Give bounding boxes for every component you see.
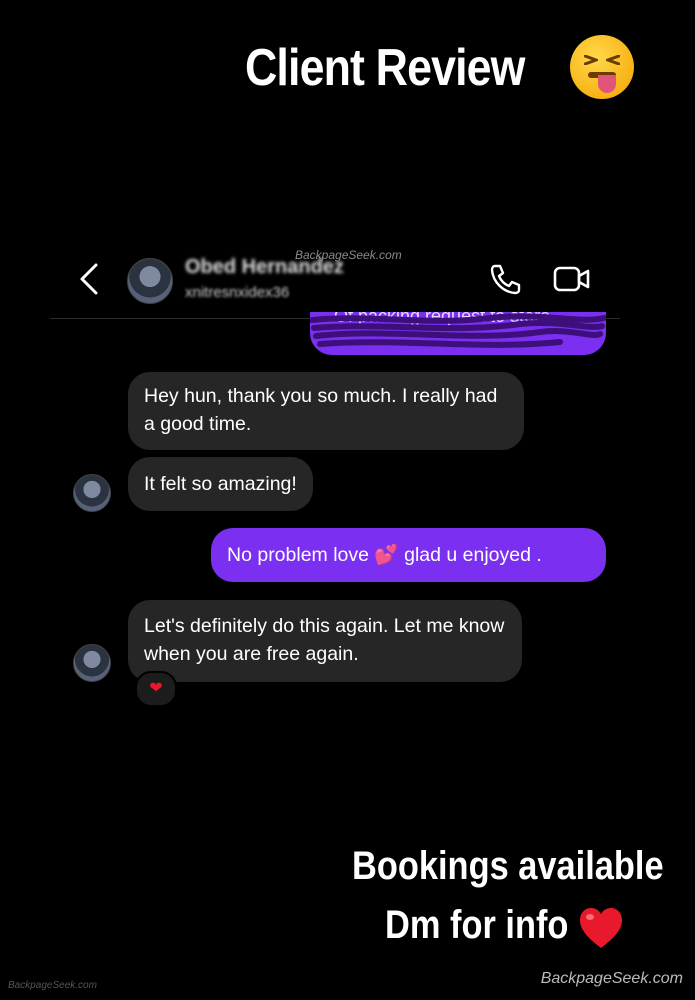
message-text: It felt so amazing! [144, 473, 297, 495]
contact-username: xnitresnxidex36 [185, 284, 290, 301]
contact-name[interactable]: Obed Hernandez [185, 256, 344, 279]
back-arrow-icon[interactable] [78, 262, 100, 296]
message-bubble-outgoing-redacted[interactable]: Of packing request to store [310, 312, 606, 355]
video-call-icon[interactable] [553, 264, 591, 294]
right-squint-eye-icon [606, 55, 620, 65]
tongue-shape [598, 75, 616, 93]
message-bubble-incoming[interactable]: Hey hun, thank you so much. I really had… [128, 372, 524, 450]
left-squint-eye-icon [584, 55, 598, 65]
message-bubble-incoming[interactable]: It felt so amazing! [128, 457, 313, 511]
sender-avatar[interactable] [73, 644, 111, 682]
red-heart-emoji-icon [580, 908, 622, 948]
message-text: Let's definitely do this again. Let me k… [144, 615, 505, 665]
watermark-bottom-left: BackpageSeek.com [8, 980, 97, 991]
message-text-after-emoji: glad u enjoyed . [404, 544, 542, 566]
story-title: Client Review [245, 39, 525, 97]
sender-avatar[interactable] [73, 474, 111, 512]
scribble-redaction [310, 313, 606, 348]
message-text-before-emoji: No problem love [227, 544, 369, 566]
message-text: Hey hun, thank you so much. I really had… [144, 385, 498, 435]
squinting-tongue-emoji-icon [570, 35, 634, 99]
heart-reaction-icon[interactable]: ❤ [135, 671, 177, 707]
message-bubble-incoming[interactable]: Let's definitely do this again. Let me k… [128, 600, 522, 682]
story-footer-line2: Dm for info [385, 903, 568, 948]
watermark-bottom-right: BackpageSeek.com [540, 970, 683, 987]
two-hearts-emoji-icon: 💕 [374, 544, 399, 566]
contact-avatar[interactable] [127, 258, 173, 304]
phone-icon[interactable] [488, 262, 522, 296]
message-bubble-outgoing[interactable]: No problem love 💕 glad u enjoyed . [211, 528, 606, 582]
story-footer-text: Dm for info [385, 903, 569, 947]
story-footer-line1: Bookings available [352, 844, 664, 888]
